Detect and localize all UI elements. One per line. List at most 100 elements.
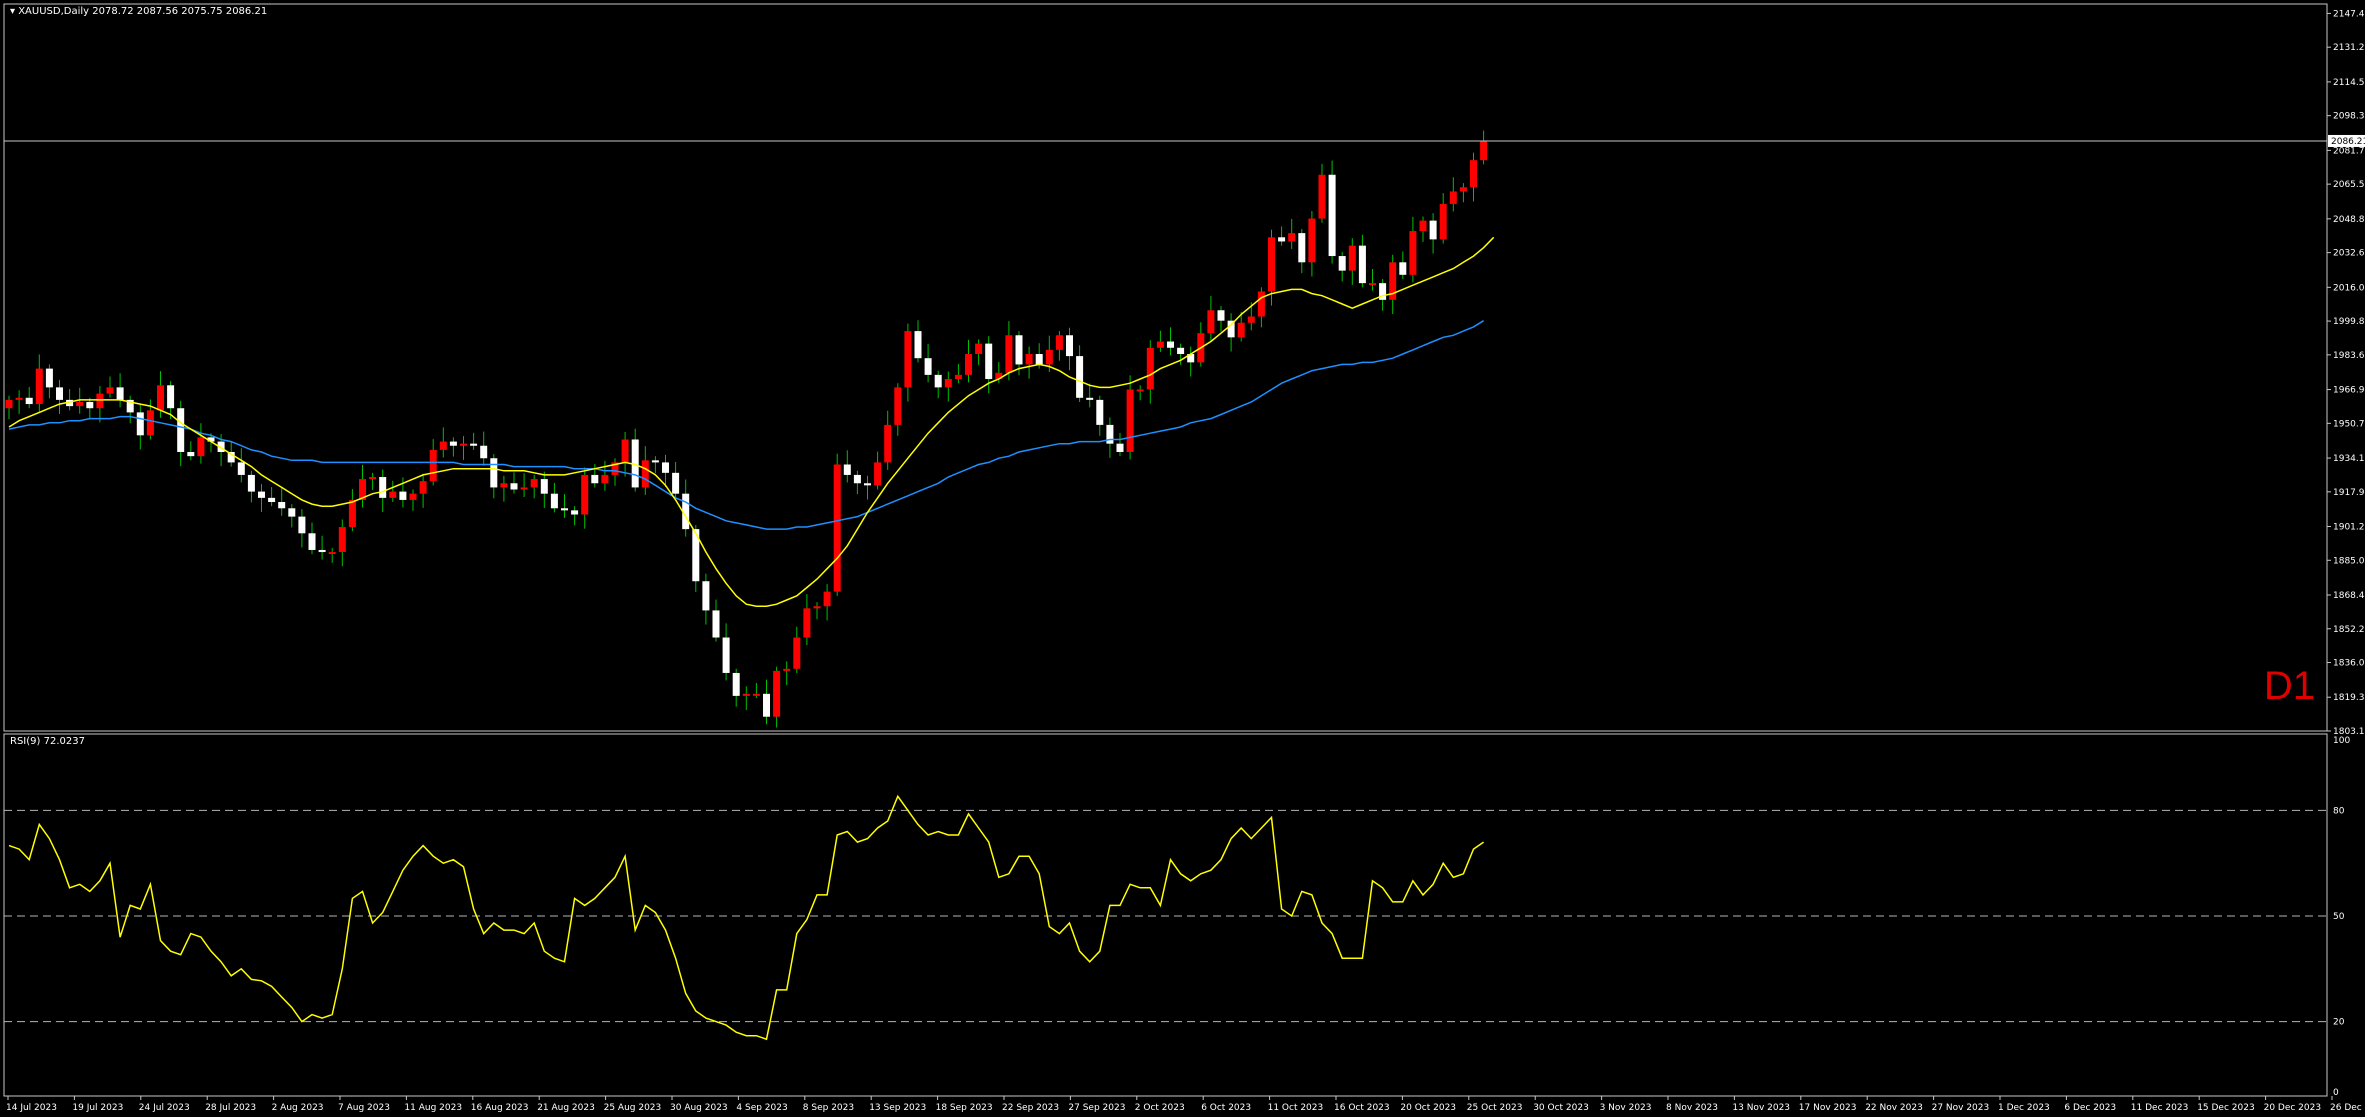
candle-body[interactable] bbox=[56, 387, 63, 400]
candle-body[interactable] bbox=[1470, 160, 1477, 188]
candle-body[interactable] bbox=[874, 462, 882, 486]
candle-body[interactable] bbox=[1045, 349, 1053, 365]
candle-body[interactable] bbox=[500, 483, 508, 488]
candle-body[interactable] bbox=[1146, 347, 1154, 390]
candle-body[interactable] bbox=[338, 527, 346, 553]
candle-body[interactable] bbox=[763, 693, 770, 717]
candle-body[interactable] bbox=[1237, 322, 1245, 338]
candle-body[interactable] bbox=[1459, 187, 1467, 192]
candle-body[interactable] bbox=[944, 379, 952, 388]
candle-body[interactable] bbox=[1268, 237, 1275, 292]
candle-body[interactable] bbox=[530, 479, 538, 488]
candle-body[interactable] bbox=[783, 668, 791, 671]
candle-body[interactable] bbox=[1429, 220, 1437, 240]
candle-body[interactable] bbox=[197, 437, 205, 457]
candle-body[interactable] bbox=[1439, 203, 1447, 240]
candle-body[interactable] bbox=[1167, 341, 1174, 348]
candle-body[interactable] bbox=[904, 331, 912, 388]
candle-body[interactable] bbox=[1156, 341, 1164, 348]
candle-body[interactable] bbox=[672, 472, 680, 494]
candle-body[interactable] bbox=[853, 474, 861, 484]
candle-body[interactable] bbox=[409, 493, 417, 500]
candle-body[interactable] bbox=[833, 464, 841, 592]
candle-body[interactable] bbox=[470, 443, 478, 446]
candle-body[interactable] bbox=[722, 637, 730, 673]
candle-body[interactable] bbox=[460, 443, 467, 446]
candle-body[interactable] bbox=[1328, 174, 1336, 257]
candle-body[interactable] bbox=[803, 608, 811, 638]
candle-body[interactable] bbox=[1136, 389, 1144, 392]
candle-body[interactable] bbox=[1247, 316, 1255, 323]
candle-body[interactable] bbox=[490, 458, 498, 488]
candle-body[interactable] bbox=[96, 393, 104, 409]
candle-body[interactable] bbox=[1076, 356, 1084, 398]
candle-body[interactable] bbox=[449, 441, 457, 446]
candle-body[interactable] bbox=[146, 410, 154, 436]
candle-body[interactable] bbox=[540, 479, 548, 494]
candle-body[interactable] bbox=[813, 606, 821, 609]
candle-body[interactable] bbox=[348, 499, 356, 528]
candle-body[interactable] bbox=[924, 358, 932, 375]
candle-body[interactable] bbox=[1419, 220, 1427, 232]
candle-body[interactable] bbox=[288, 508, 296, 517]
candle-body[interactable] bbox=[298, 516, 306, 534]
candle-body[interactable] bbox=[1278, 237, 1286, 242]
candle-body[interactable] bbox=[1308, 218, 1316, 263]
candle-body[interactable] bbox=[965, 354, 972, 375]
candle-body[interactable] bbox=[419, 481, 427, 494]
candle-body[interactable] bbox=[641, 460, 649, 488]
candle-body[interactable] bbox=[601, 474, 609, 484]
candle-body[interactable] bbox=[1288, 233, 1296, 242]
candle-body[interactable] bbox=[550, 493, 558, 509]
candle-body[interactable] bbox=[1025, 354, 1033, 365]
candle-body[interactable] bbox=[106, 387, 114, 394]
candle-body[interactable] bbox=[793, 637, 801, 669]
candle-body[interactable] bbox=[389, 491, 397, 498]
candle-body[interactable] bbox=[247, 474, 255, 492]
candle-body[interactable] bbox=[581, 474, 589, 515]
candle-body[interactable] bbox=[651, 460, 659, 463]
candle-body[interactable] bbox=[1257, 291, 1265, 317]
candle-body[interactable] bbox=[1055, 335, 1063, 350]
candle-body[interactable] bbox=[571, 510, 579, 515]
candle-body[interactable] bbox=[136, 412, 144, 436]
candle-body[interactable] bbox=[167, 385, 175, 409]
candle-body[interactable] bbox=[561, 508, 568, 511]
candle-body[interactable] bbox=[1096, 399, 1104, 425]
candlesticks[interactable] bbox=[5, 130, 1488, 728]
candle-body[interactable] bbox=[621, 439, 629, 463]
candle-body[interactable] bbox=[1207, 310, 1215, 334]
candle-body[interactable] bbox=[480, 445, 488, 459]
candle-body[interactable] bbox=[1369, 283, 1376, 286]
candle-body[interactable] bbox=[369, 477, 377, 480]
candle-body[interactable] bbox=[237, 462, 245, 475]
candle-body[interactable] bbox=[732, 672, 740, 696]
candle-body[interactable] bbox=[702, 581, 710, 611]
candle-body[interactable] bbox=[5, 399, 13, 409]
candle-body[interactable] bbox=[116, 387, 124, 400]
candle-body[interactable] bbox=[308, 533, 316, 550]
candle-body[interactable] bbox=[1106, 424, 1114, 444]
candle-body[interactable] bbox=[1066, 335, 1073, 357]
candle-body[interactable] bbox=[1338, 256, 1346, 271]
candle-body[interactable] bbox=[773, 670, 781, 717]
candle-body[interactable] bbox=[914, 331, 922, 359]
candle-body[interactable] bbox=[975, 343, 983, 355]
candle-body[interactable] bbox=[843, 464, 851, 475]
candle-body[interactable] bbox=[379, 477, 387, 498]
candle-body[interactable] bbox=[86, 401, 94, 409]
candle-body[interactable] bbox=[1217, 310, 1225, 321]
candle-body[interactable] bbox=[1015, 335, 1023, 365]
candle-body[interactable] bbox=[954, 374, 962, 380]
candle-body[interactable] bbox=[1348, 245, 1356, 271]
candle-body[interactable] bbox=[268, 497, 276, 503]
candle-body[interactable] bbox=[934, 374, 942, 388]
candle-body[interactable] bbox=[439, 441, 447, 450]
candle-body[interactable] bbox=[1318, 174, 1326, 219]
candle-body[interactable] bbox=[520, 487, 528, 490]
candle-body[interactable] bbox=[591, 474, 599, 484]
candle-body[interactable] bbox=[510, 483, 518, 490]
candle-body[interactable] bbox=[1409, 231, 1417, 275]
candle-body[interactable] bbox=[45, 368, 53, 388]
candle-body[interactable] bbox=[1449, 191, 1457, 204]
